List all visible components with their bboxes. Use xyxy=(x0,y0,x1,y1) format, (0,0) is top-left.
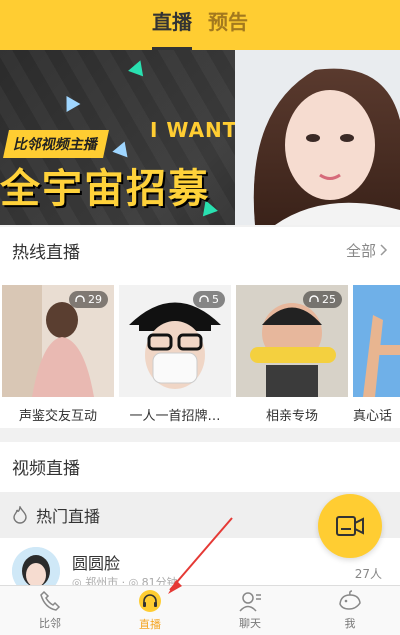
hot-live-title: 热门直播 xyxy=(36,507,101,526)
nav-item-chat[interactable]: 聊天 xyxy=(200,586,300,635)
video-camera-icon xyxy=(336,516,364,536)
nav-label: 我 xyxy=(344,617,356,630)
nav-item-live[interactable]: 直播 xyxy=(100,586,200,635)
nav-label: 直播 xyxy=(139,618,161,631)
chat-person-icon xyxy=(239,592,261,612)
card-title: 相亲专场 xyxy=(265,409,318,424)
hot-card[interactable]: 25 相亲专场 xyxy=(236,285,348,424)
listener-badge: 25 xyxy=(303,291,342,308)
promo-banner[interactable]: 比邻视频主播 I WANT U 全宇宙招募 xyxy=(0,50,400,225)
viewer-count: 27人 xyxy=(354,567,382,581)
nav-item-neighbor[interactable]: 比邻 xyxy=(0,586,100,635)
see-all-button[interactable]: 全部 xyxy=(346,240,388,261)
video-title: 视频直播 xyxy=(12,458,80,479)
card-thumbnail xyxy=(353,285,400,397)
tab-preview[interactable]: 预告 xyxy=(200,0,256,50)
start-video-button[interactable] xyxy=(318,494,382,558)
hot-card[interactable]: 29 声鉴交友互动 xyxy=(2,285,114,424)
nav-item-me[interactable]: 我 xyxy=(300,586,400,635)
listener-count: 5 xyxy=(212,293,219,306)
listener-count: 29 xyxy=(88,293,102,306)
card-title: 真心话 xyxy=(353,409,393,424)
listener-badge: 29 xyxy=(69,291,108,308)
nav-label: 聊天 xyxy=(239,617,261,630)
card-title: 一人一首招牌… xyxy=(129,409,221,424)
section-divider xyxy=(0,428,400,442)
hot-title: 热线直播 xyxy=(12,242,80,263)
divider xyxy=(0,225,400,227)
card-title: 声鉴交友互动 xyxy=(18,409,97,424)
banner-tag: 比邻视频主播 xyxy=(3,130,109,158)
card-thumbnail: 29 xyxy=(2,285,114,397)
nav-label: 比邻 xyxy=(39,617,61,630)
banner-big-text: 全宇宙招募 xyxy=(0,166,210,212)
phone-icon xyxy=(40,590,61,611)
card-thumbnail: 5 xyxy=(119,285,231,397)
headphone-icon xyxy=(199,294,209,302)
hot-card[interactable]: 真心话 xyxy=(353,285,400,424)
app-root: { "header": { "tabs": [ {"label": "直播", … xyxy=(0,0,400,635)
card-thumbnail: 25 xyxy=(236,285,348,397)
card-image xyxy=(353,285,400,397)
flame-icon xyxy=(13,506,27,524)
see-all-label: 全部 xyxy=(345,241,376,260)
headset-icon xyxy=(139,590,161,612)
listener-count: 25 xyxy=(322,293,336,306)
headphone-icon xyxy=(309,294,319,302)
top-tab-bar: 直播 预告 xyxy=(0,0,400,50)
hot-cards-row: 29 声鉴交友互动 5 一人一首招牌… 25 相亲专场 真心话 xyxy=(0,285,400,425)
chevron-right-icon xyxy=(380,244,388,256)
video-section-header: 视频直播 xyxy=(0,442,400,490)
tab-live[interactable]: 直播 xyxy=(144,0,200,50)
hot-section-header: 热线直播 全部 xyxy=(0,228,400,272)
listener-badge: 5 xyxy=(193,291,225,308)
banner-portrait xyxy=(235,50,400,225)
headphone-icon xyxy=(75,294,85,302)
streamer-name: 圆圆脸 xyxy=(72,554,121,573)
hot-card[interactable]: 5 一人一首招牌… xyxy=(119,285,231,424)
whale-icon xyxy=(339,590,361,610)
bottom-nav: 比邻 直播 聊天 我 xyxy=(0,585,400,635)
